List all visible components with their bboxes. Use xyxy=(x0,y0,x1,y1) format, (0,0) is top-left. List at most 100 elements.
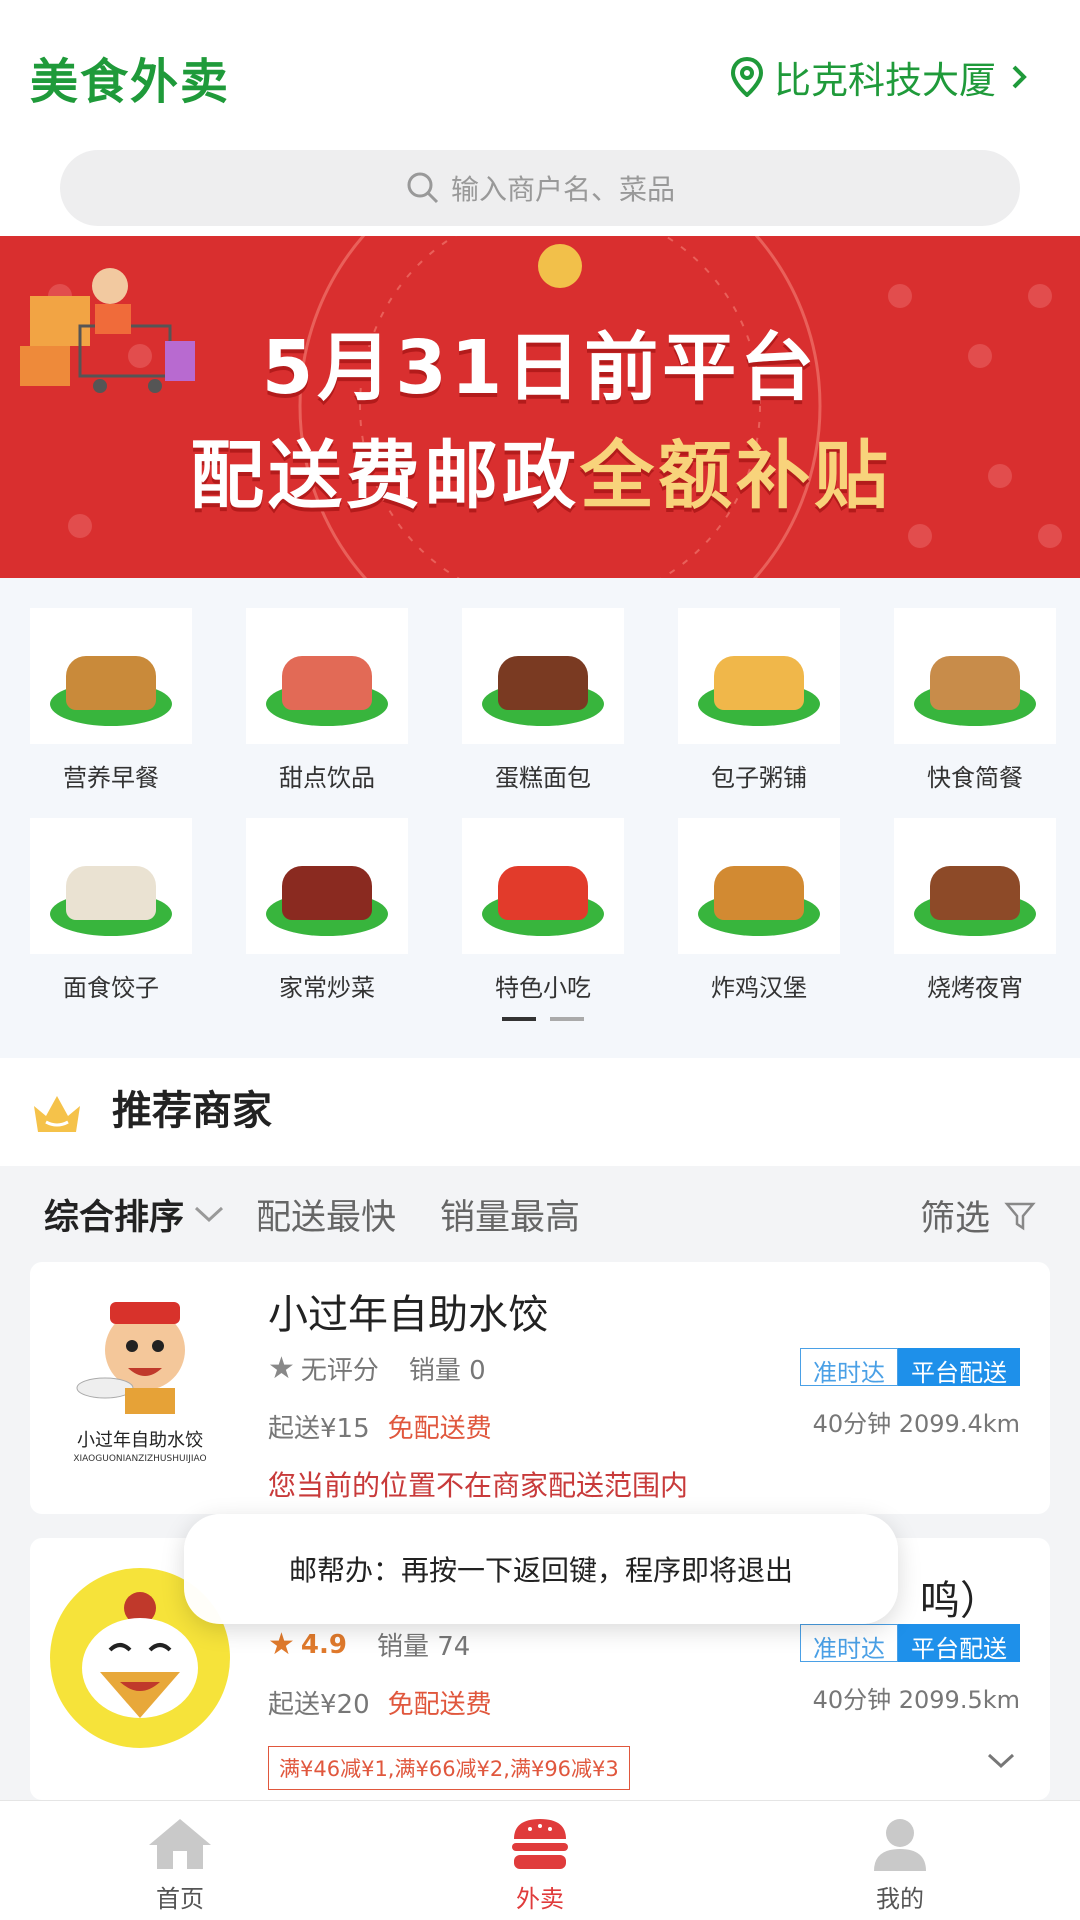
shop-rating-row: ★ 无评分 销量 0 xyxy=(268,1350,486,1387)
header: 美食外卖 比克科技大厦 输入商户名、菜品 xyxy=(0,0,1080,236)
category-image xyxy=(678,818,840,954)
shop-card[interactable]: 小过年自助水饺 XIAOGUONIANZIZHUSHUIJIAO 小过年自助水饺… xyxy=(30,1262,1050,1514)
shop-rating: 4.9 xyxy=(300,1629,347,1660)
shop-order-row: 起送¥20 免配送费 xyxy=(268,1684,492,1721)
shop-rating: 无评分 xyxy=(300,1356,379,1386)
category-image xyxy=(462,608,624,744)
category-item[interactable]: 炸鸡汉堡 xyxy=(678,818,840,1003)
app-screen: 美食外卖 比克科技大厦 输入商户名、菜品 5月31日前平台 配送费邮政全额补贴 … xyxy=(0,0,1080,1920)
shop-rating-row: ★ 4.9 销量 74 xyxy=(268,1626,470,1663)
search-icon xyxy=(407,172,439,204)
category-item[interactable]: 营养早餐 xyxy=(30,608,192,793)
sort-bar: 综合排序 配送最快 销量最高 筛选 xyxy=(0,1166,1080,1262)
category-item[interactable]: 甜点饮品 xyxy=(246,608,408,793)
logo-subtext: XIAOGUONIANZIZHUSHUIJIAO xyxy=(73,1454,207,1464)
category-label: 面食饺子 xyxy=(63,974,159,1002)
filter-button[interactable]: 筛选 xyxy=(920,1190,1036,1241)
home-icon xyxy=(149,1819,211,1869)
location-selector[interactable]: 比克科技大厦 xyxy=(730,50,1042,104)
star-icon: ★ xyxy=(268,1351,295,1386)
category-label: 家常炒菜 xyxy=(279,974,375,1002)
sort-fastest[interactable]: 配送最快 xyxy=(256,1189,396,1240)
tab-takeout[interactable]: 外卖 xyxy=(360,1801,720,1920)
burger-icon xyxy=(512,1819,568,1869)
logo-text: 小过年自助水饺 xyxy=(77,1430,203,1451)
category-label: 烧烤夜宵 xyxy=(927,974,1023,1002)
crown-icon xyxy=(34,1096,80,1132)
filter-label: 筛选 xyxy=(919,1199,990,1239)
category-label: 营养早餐 xyxy=(63,764,159,792)
min-order: 起送¥15 xyxy=(268,1414,370,1444)
location-label: 比克科技大厦 xyxy=(774,59,996,102)
delivery-time-distance: 40分钟 2099.5km xyxy=(812,1686,1020,1714)
category-item[interactable]: 面食饺子 xyxy=(30,818,192,1003)
search-input[interactable]: 输入商户名、菜品 xyxy=(60,150,1020,226)
platform-delivery-badge: 平台配送 xyxy=(898,1624,1020,1663)
category-image xyxy=(678,608,840,744)
delivery-badges: 准时达 平台配送 xyxy=(800,1624,1020,1663)
star-icon: ★ xyxy=(268,1627,295,1662)
tab-home[interactable]: 首页 xyxy=(0,1801,360,1920)
shop-name-tail[interactable]: 鸣） xyxy=(920,1568,1000,1626)
out-of-range-warning: 您当前的位置不在商家配送范围内 xyxy=(268,1469,689,1502)
chevron-right-icon xyxy=(1012,65,1027,89)
chevron-down-icon xyxy=(194,1206,224,1223)
shop-name[interactable]: 小过年自助水饺 xyxy=(268,1282,548,1340)
category-item[interactable]: 快食简餐 xyxy=(894,608,1056,793)
category-label: 甜点饮品 xyxy=(279,764,375,792)
shop-sales: 销量 74 xyxy=(376,1632,471,1662)
user-icon xyxy=(874,1819,926,1871)
category-item[interactable]: 家常炒菜 xyxy=(246,818,408,1003)
tab-home-label: 首页 xyxy=(156,1885,204,1913)
expand-chevron-icon[interactable] xyxy=(986,1752,1016,1770)
ontime-badge: 准时达 xyxy=(800,1348,898,1387)
banner-highlight: 全额补贴 xyxy=(580,433,892,519)
category-item[interactable]: 蛋糕面包 xyxy=(462,608,624,793)
recommend-header: 推荐商家 xyxy=(0,1058,1080,1166)
delivery-time-distance: 40分钟 2099.4km xyxy=(812,1410,1020,1438)
bottom-tab-bar: 首页 外卖 我的 xyxy=(0,1800,1080,1920)
category-item[interactable]: 烧烤夜宵 xyxy=(894,818,1056,1003)
promo-banner[interactable]: 5月31日前平台 配送费邮政全额补贴 xyxy=(0,236,1080,578)
page-indicator-active xyxy=(502,1017,536,1021)
discount-tag: 满¥46减¥1,满¥66减¥2,满¥96减¥3 xyxy=(268,1746,630,1790)
category-image xyxy=(894,818,1056,954)
banner-line-2: 配送费邮政全额补贴 xyxy=(190,416,892,523)
platform-delivery-badge: 平台配送 xyxy=(898,1348,1020,1387)
banner-line-1: 5月31日前平台 xyxy=(261,325,819,411)
min-order: 起送¥20 xyxy=(268,1690,370,1720)
exit-toast: 邮帮办：再按一下返回键，程序即将退出 xyxy=(184,1514,898,1624)
category-grid: 营养早餐 甜点饮品 蛋糕面包 包子粥铺 快食简餐 面食饺子 家常炒菜 特色小吃 xyxy=(0,578,1080,1058)
search-placeholder: 输入商户名、菜品 xyxy=(450,173,675,206)
recommend-title: 推荐商家 xyxy=(112,1088,272,1134)
mascot-image xyxy=(76,1302,185,1414)
category-label: 炸鸡汉堡 xyxy=(711,974,807,1002)
tab-profile-label: 我的 xyxy=(876,1885,924,1913)
free-delivery: 免配送费 xyxy=(387,1414,492,1444)
delivery-badges: 准时达 平台配送 xyxy=(800,1348,1020,1387)
category-label: 快食简餐 xyxy=(927,764,1023,792)
category-image xyxy=(894,608,1056,744)
banner-line-2-prefix: 配送费邮政 xyxy=(190,433,580,519)
sort-comprehensive[interactable]: 综合排序 xyxy=(44,1189,184,1240)
category-image xyxy=(30,608,192,744)
category-label: 蛋糕面包 xyxy=(495,764,591,792)
sort-bestselling[interactable]: 销量最高 xyxy=(440,1189,580,1240)
location-pin-icon xyxy=(730,57,764,97)
free-delivery: 免配送费 xyxy=(387,1690,492,1720)
category-image xyxy=(30,818,192,954)
app-title: 美食外卖 xyxy=(30,54,231,110)
category-item[interactable]: 包子粥铺 xyxy=(678,608,840,793)
category-item[interactable]: 特色小吃 xyxy=(462,818,624,1003)
category-image xyxy=(246,608,408,744)
category-image xyxy=(462,818,624,954)
category-label: 包子粥铺 xyxy=(711,764,807,792)
tab-takeout-label: 外卖 xyxy=(516,1885,564,1913)
tab-profile[interactable]: 我的 xyxy=(720,1801,1080,1920)
shop-order-row: 起送¥15 免配送费 xyxy=(268,1408,492,1445)
filter-icon xyxy=(1004,1202,1036,1230)
category-label: 特色小吃 xyxy=(495,974,591,1002)
category-image xyxy=(246,818,408,954)
shop-sales: 销量 0 xyxy=(408,1356,486,1386)
shop-logo: 小过年自助水饺 XIAOGUONIANZIZHUSHUIJIAO xyxy=(50,1288,230,1468)
